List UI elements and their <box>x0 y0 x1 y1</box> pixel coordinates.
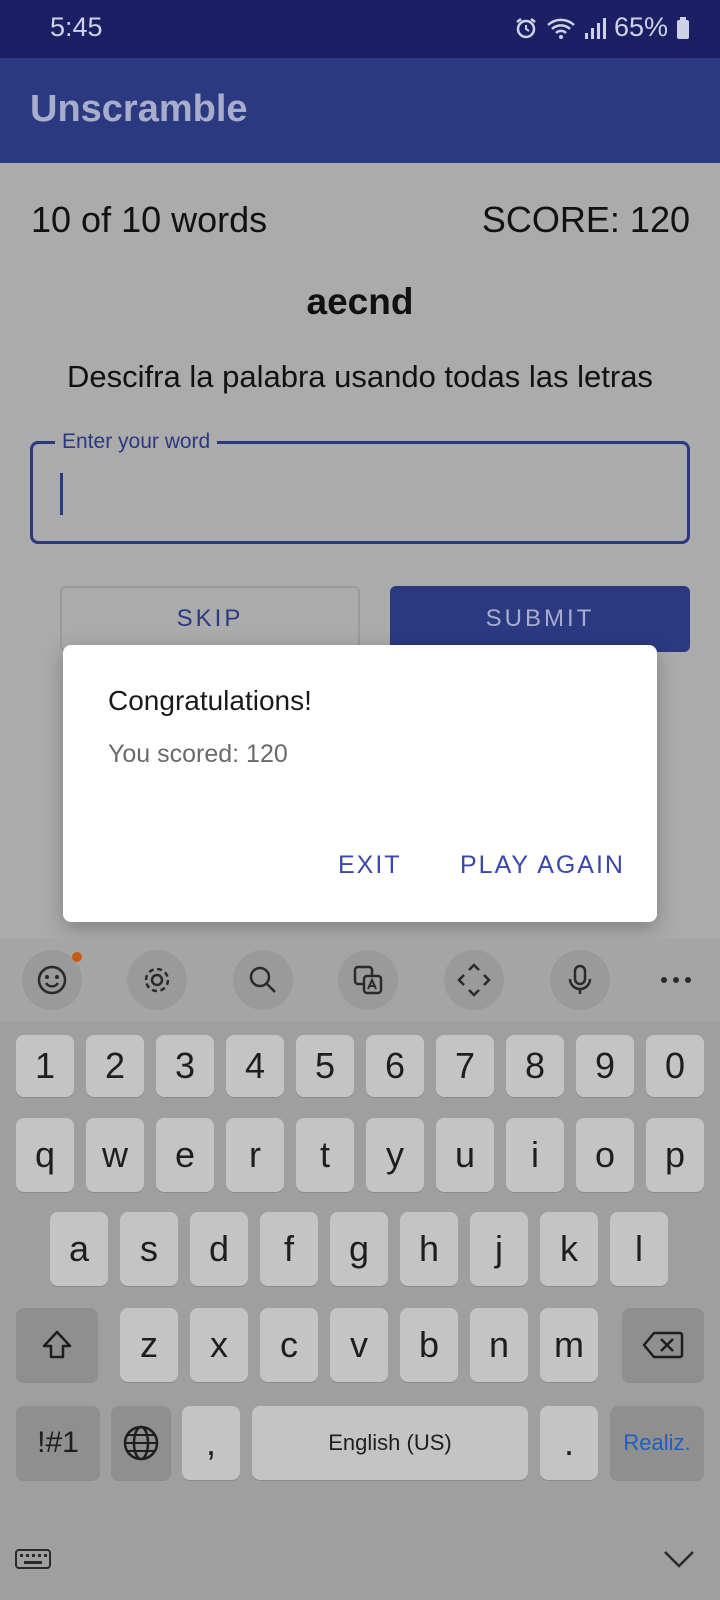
search-icon[interactable] <box>233 950 293 1010</box>
exit-button[interactable]: EXIT <box>338 851 402 880</box>
key-7[interactable]: 7 <box>436 1035 494 1097</box>
microphone-icon[interactable] <box>550 950 610 1010</box>
period-key[interactable]: . <box>540 1406 598 1480</box>
shift-icon <box>42 1330 72 1359</box>
globe-icon <box>123 1425 159 1461</box>
word-count: 10 of 10 words <box>31 199 268 240</box>
wifi-icon <box>546 16 576 40</box>
key-1[interactable]: 1 <box>16 1035 74 1097</box>
key-i[interactable]: i <box>506 1118 564 1192</box>
app-bar: Unscramble <box>0 58 720 163</box>
scrambled-word: aecnd <box>306 281 414 322</box>
key-a[interactable]: a <box>50 1212 108 1286</box>
dialog-message: You scored: 120 <box>108 740 288 768</box>
key-o[interactable]: o <box>576 1118 634 1192</box>
key-3[interactable]: 3 <box>156 1035 214 1097</box>
cursor-move-icon[interactable] <box>444 950 504 1010</box>
on-screen-keyboard: 1 2 3 4 5 6 7 8 9 0 q w e r t y u i o p … <box>0 938 720 1600</box>
congratulations-dialog: Congratulations! You scored: 120 EXIT PL… <box>63 645 657 922</box>
signal-icon <box>584 16 606 40</box>
score-label: SCORE: 120 <box>481 199 690 240</box>
key-e[interactable]: e <box>156 1118 214 1192</box>
key-y[interactable]: y <box>366 1118 424 1192</box>
word-input-field[interactable]: Enter your word <box>30 430 690 544</box>
key-b[interactable]: b <box>400 1308 458 1382</box>
key-0[interactable]: 0 <box>646 1035 704 1097</box>
shift-key[interactable] <box>16 1308 98 1382</box>
key-s[interactable]: s <box>120 1212 178 1286</box>
status-time: 5:45 <box>50 12 103 42</box>
key-t[interactable]: t <box>296 1118 354 1192</box>
key-v[interactable]: v <box>330 1308 388 1382</box>
key-f[interactable]: f <box>260 1212 318 1286</box>
keyboard-nav-strip <box>0 1526 720 1600</box>
notification-dot <box>72 952 82 962</box>
more-icon[interactable] <box>646 950 706 1010</box>
battery-icon <box>676 16 690 40</box>
key-p[interactable]: p <box>646 1118 704 1192</box>
key-5[interactable]: 5 <box>296 1035 354 1097</box>
keyboard-toolbar <box>0 938 720 1021</box>
battery-percent: 65% <box>613 12 668 42</box>
backspace-key[interactable] <box>622 1308 704 1382</box>
backspace-icon <box>642 1331 684 1359</box>
instructions-text: Descifra la palabra usando todas las let… <box>67 359 653 394</box>
key-l[interactable]: l <box>610 1212 668 1286</box>
key-z[interactable]: z <box>120 1308 178 1382</box>
skip-button[interactable]: SKIP <box>60 586 360 652</box>
alarm-icon <box>514 16 538 40</box>
key-n[interactable]: n <box>470 1308 528 1382</box>
key-r[interactable]: r <box>226 1118 284 1192</box>
key-u[interactable]: u <box>436 1118 494 1192</box>
key-j[interactable]: j <box>470 1212 528 1286</box>
key-g[interactable]: g <box>330 1212 388 1286</box>
dialog-title: Congratulations! <box>108 685 312 716</box>
play-again-button[interactable]: PLAY AGAIN <box>460 851 625 880</box>
status-indicators: 65% <box>514 12 690 43</box>
language-key[interactable] <box>111 1406 171 1480</box>
app-title: Unscramble <box>30 88 248 130</box>
key-8[interactable]: 8 <box>506 1035 564 1097</box>
translate-icon[interactable] <box>338 950 398 1010</box>
key-k[interactable]: k <box>540 1212 598 1286</box>
hide-keyboard-icon[interactable] <box>662 1548 696 1575</box>
key-6[interactable]: 6 <box>366 1035 424 1097</box>
key-x[interactable]: x <box>190 1308 248 1382</box>
status-bar: 5:45 65% <box>0 0 720 58</box>
key-4[interactable]: 4 <box>226 1035 284 1097</box>
keyboard-switch-icon[interactable] <box>14 1546 52 1579</box>
key-q[interactable]: q <box>16 1118 74 1192</box>
submit-button[interactable]: SUBMIT <box>390 586 690 652</box>
key-h[interactable]: h <box>400 1212 458 1286</box>
key-d[interactable]: d <box>190 1212 248 1286</box>
symbols-key[interactable]: !#1 <box>16 1406 100 1480</box>
comma-key[interactable]: , <box>182 1406 240 1480</box>
done-key[interactable]: Realiz. <box>610 1406 704 1480</box>
word-input-label: Enter your word <box>55 430 218 454</box>
key-c[interactable]: c <box>260 1308 318 1382</box>
settings-icon[interactable] <box>127 950 187 1010</box>
key-9[interactable]: 9 <box>576 1035 634 1097</box>
space-key[interactable]: English (US) <box>252 1406 528 1480</box>
text-cursor <box>60 473 63 515</box>
key-m[interactable]: m <box>540 1308 598 1382</box>
key-2[interactable]: 2 <box>86 1035 144 1097</box>
key-w[interactable]: w <box>86 1118 144 1192</box>
